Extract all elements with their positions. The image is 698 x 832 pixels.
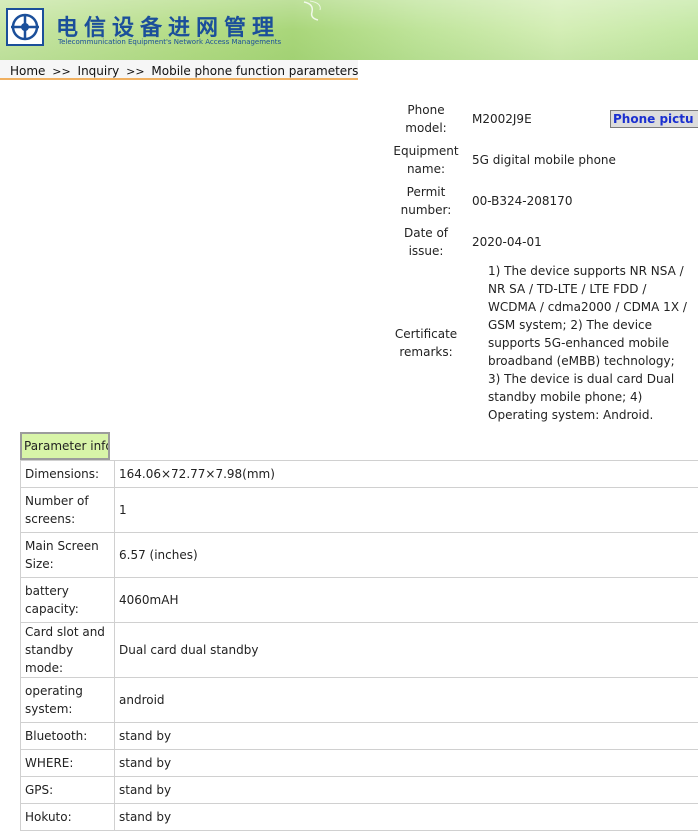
param-value: android: [114, 677, 698, 723]
equipment-name-value: 5G digital mobile phone: [472, 152, 616, 167]
table-row: GPS: stand by: [20, 776, 698, 804]
model-label: Phone model:: [405, 102, 447, 135]
breadcrumb: Home >> Inquiry >> Mobile phone function…: [0, 60, 358, 80]
param-label: GPS:: [20, 776, 115, 804]
param-label: Main Screen Size:: [20, 532, 115, 578]
permit-value: 00-B324-208170: [472, 193, 573, 208]
param-value: 4060mAH: [114, 577, 698, 623]
device-info-table: Phone model: M2002J9E Equipment name: 5G…: [388, 98, 690, 424]
table-row: Hokuto: stand by: [20, 803, 698, 831]
param-label: operating system:: [20, 677, 115, 723]
decorative-swirl-icon: [303, 0, 321, 21]
breadcrumb-separator: >>: [52, 65, 71, 78]
permit-label: Permit number:: [400, 184, 452, 217]
equipment-name-label: Equipment name:: [393, 143, 459, 176]
site-banner: 电信设备进网管理 Telecommunication Equipment's N…: [0, 0, 698, 60]
table-row: operating system: android: [20, 677, 698, 723]
phone-picture-button[interactable]: Phone pictu: [610, 110, 698, 128]
param-label: Hokuto:: [20, 803, 115, 831]
param-label: Card slot and standby mode:: [20, 622, 115, 678]
remarks-label: Certificate remarks:: [394, 327, 458, 359]
parameter-table: Dimensions: 164.06×72.77×7.98(mm) Number o…: [20, 460, 698, 831]
site-subtitle: Telecommunication Equipment's Network Ac…: [58, 38, 282, 46]
table-row: Number of screens: 1: [20, 487, 698, 533]
table-row: Card slot and standby mode: Dual card dua…: [20, 622, 698, 678]
table-row: Bluetooth: stand by: [20, 722, 698, 750]
breadcrumb-inquiry-link[interactable]: Inquiry: [78, 64, 120, 78]
param-label: Number of screens:: [20, 487, 115, 533]
param-value: 164.06×72.77×7.98(mm): [114, 460, 698, 488]
remarks-value: 1) The device supports NR NSA / NR SA / …: [488, 264, 687, 422]
param-value: stand by: [114, 749, 698, 777]
date-label: Date of issue:: [403, 225, 449, 258]
date-value: 2020-04-01: [472, 234, 542, 249]
table-row: Dimensions: 164.06×72.77×7.98(mm): [20, 460, 698, 488]
breadcrumb-current: Mobile phone function parameters: [151, 64, 359, 78]
param-value: stand by: [114, 722, 698, 750]
param-value: stand by: [114, 803, 698, 831]
tab-parameter-info[interactable]: Parameter info: [20, 432, 110, 460]
table-row: battery capacity: 4060mAH: [20, 577, 698, 623]
table-row: WHERE: stand by: [20, 749, 698, 777]
param-label: Dimensions:: [20, 460, 115, 488]
param-value: Dual card dual standby: [114, 622, 698, 678]
table-row: Main Screen Size: 6.57 (inches): [20, 532, 698, 578]
param-value: 1: [114, 487, 698, 533]
param-label: WHERE:: [20, 749, 115, 777]
param-value: 6.57 (inches): [114, 532, 698, 578]
breadcrumb-separator: >>: [126, 65, 145, 78]
param-value: stand by: [114, 776, 698, 804]
breadcrumb-home-link[interactable]: Home: [10, 64, 45, 78]
telecom-logo-icon: [6, 8, 44, 46]
param-label: battery capacity:: [20, 577, 115, 623]
param-label: Bluetooth:: [20, 722, 115, 750]
